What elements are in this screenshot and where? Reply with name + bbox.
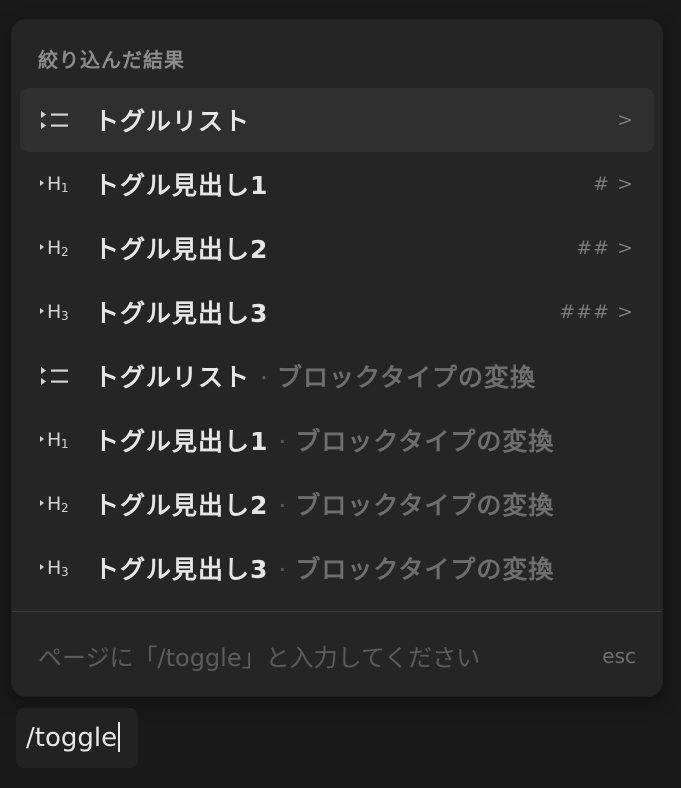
shortcut-hint: ## >	[576, 237, 634, 259]
command-label: トグル見出し2	[94, 235, 269, 264]
svg-text:H: H	[47, 557, 61, 579]
svg-text:2: 2	[61, 245, 69, 259]
svg-text:1: 1	[61, 437, 69, 451]
separator-dot: ·	[278, 491, 288, 520]
command-sublabel: ブロックタイプの変換	[295, 555, 555, 584]
command-item-turn-into-toggle-heading-2[interactable]: H 2 トグル見出し2 · ブロックタイプの変換	[20, 472, 654, 536]
separator-dot: ·	[278, 427, 288, 456]
shortcut-hint: >	[617, 109, 634, 131]
esc-close-button[interactable]: esc	[602, 644, 636, 668]
slash-command-menu: 絞り込んだ結果 トグルリスト > H 1 トグル見出し1 # > H 2 トグル…	[12, 20, 662, 696]
command-item-turn-into-toggle-heading-3[interactable]: H 3 トグル見出し3 · ブロックタイプの変換	[20, 536, 654, 600]
filtered-results-header: 絞り込んだ結果	[38, 48, 185, 72]
command-label: トグルリスト	[94, 363, 251, 392]
command-sublabel: ブロックタイプの変換	[295, 427, 555, 456]
command-sublabel: ブロックタイプの変換	[276, 363, 536, 392]
toggle-heading-3-icon: H 3	[38, 298, 72, 326]
command-sublabel: ブロックタイプの変換	[295, 491, 555, 520]
command-label: トグル見出し2	[94, 491, 269, 520]
command-item-toggle-heading-3[interactable]: H 3 トグル見出し3 ### >	[20, 280, 654, 344]
svg-text:H: H	[47, 493, 61, 515]
command-label-group: トグル見出し2 · ブロックタイプの変換	[94, 486, 554, 522]
svg-text:H: H	[47, 429, 61, 451]
toggle-heading-1-icon: H 1	[38, 426, 72, 454]
svg-text:3: 3	[61, 309, 69, 323]
command-label-group: トグル見出し3 · ブロックタイプの変換	[94, 550, 554, 586]
text-caret	[118, 722, 121, 752]
command-label-group: トグルリスト · ブロックタイプの変換	[94, 358, 536, 394]
svg-text:H: H	[47, 301, 61, 323]
svg-text:H: H	[47, 237, 61, 259]
command-item-turn-into-toggle-heading-1[interactable]: H 1 トグル見出し1 · ブロックタイプの変換	[20, 408, 654, 472]
toggle-heading-1-icon: H 1	[38, 170, 72, 198]
toggle-heading-2-icon: H 2	[38, 234, 72, 262]
svg-text:H: H	[47, 173, 61, 195]
toggle-list-icon	[38, 106, 72, 134]
editor-inline-input[interactable]: /toggle	[16, 708, 138, 768]
command-label: トグル見出し3	[94, 299, 269, 328]
command-label: トグル見出し1	[94, 427, 269, 456]
command-label: トグル見出し1	[94, 171, 269, 200]
shortcut-hint: ### >	[559, 301, 634, 323]
command-item-toggle-heading-1[interactable]: H 1 トグル見出し1 # >	[20, 152, 654, 216]
separator-dot: ·	[278, 555, 288, 584]
command-item-turn-into-toggle-list[interactable]: トグルリスト · ブロックタイプの変換	[20, 344, 654, 408]
command-item-toggle-heading-2[interactable]: H 2 トグル見出し2 ## >	[20, 216, 654, 280]
separator-dot: ·	[260, 363, 269, 392]
typed-command: /toggle	[26, 723, 118, 753]
svg-text:1: 1	[61, 181, 69, 195]
footer-hint: ページに「/toggle」と入力してください	[38, 644, 481, 672]
slash-command-text[interactable]: /toggle	[26, 722, 121, 753]
toggle-heading-2-icon: H 2	[38, 490, 72, 518]
toggle-heading-3-icon: H 3	[38, 554, 72, 582]
command-label-group: トグル見出し1 · ブロックタイプの変換	[94, 422, 554, 458]
command-item-toggle-list[interactable]: トグルリスト >	[20, 88, 654, 152]
command-label: トグルリスト	[94, 107, 251, 136]
svg-text:2: 2	[61, 501, 69, 515]
command-label: トグル見出し3	[94, 555, 269, 584]
toggle-list-icon	[38, 362, 72, 390]
svg-text:3: 3	[61, 565, 69, 579]
shortcut-hint: # >	[593, 173, 634, 195]
footer-divider	[12, 611, 662, 612]
command-list: トグルリスト > H 1 トグル見出し1 # > H 2 トグル見出し2 ## …	[12, 88, 662, 600]
